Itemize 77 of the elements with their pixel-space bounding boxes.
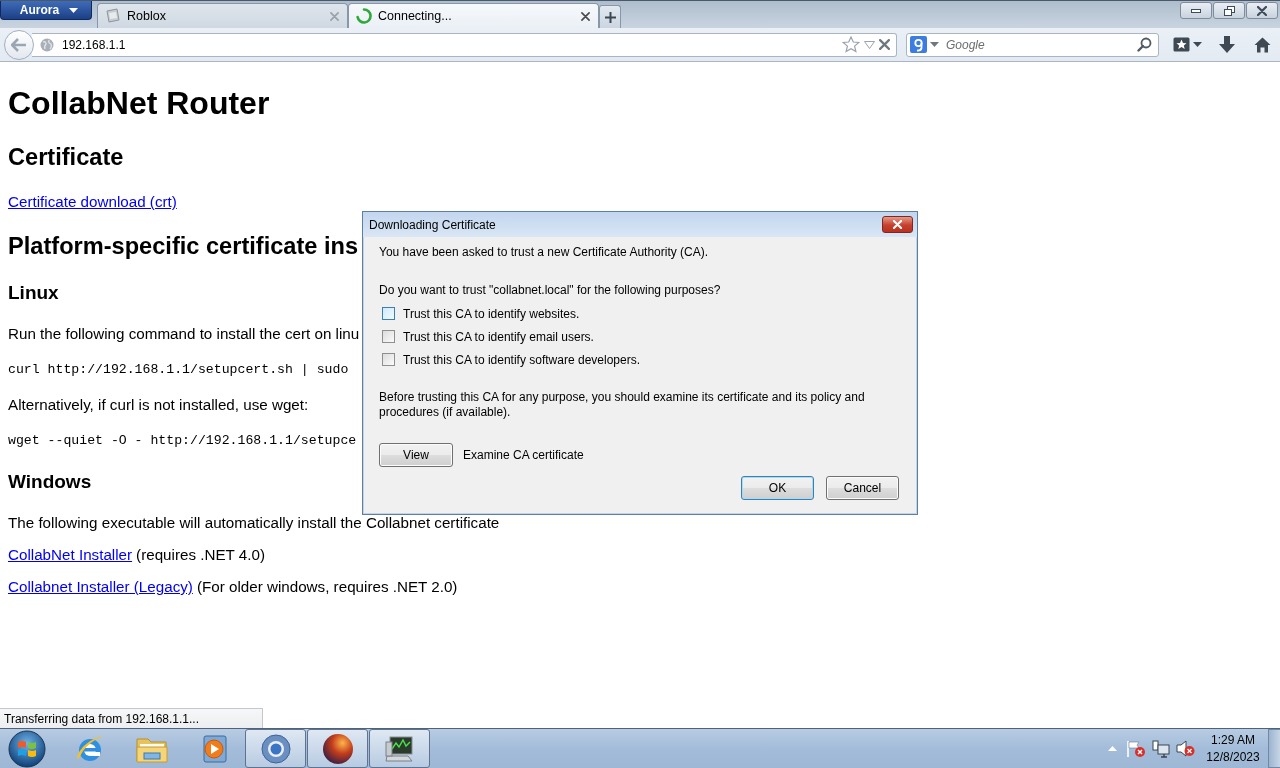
trust-checkbox[interactable] [382,307,395,320]
caret-icon [930,42,939,47]
caret-icon [1192,42,1202,47]
cancel-button[interactable]: Cancel [826,476,899,500]
close-icon [1257,5,1267,16]
minimize-icon [1191,8,1201,13]
clock-button[interactable]: 1:29 AM 12/8/2023 [1202,729,1264,768]
start-button[interactable] [7,728,47,768]
taskbar-app[interactable] [369,729,430,768]
search-bar[interactable]: Google [906,32,1159,57]
search-engine-icon [910,36,927,53]
app-menu-button[interactable]: Aurora [0,1,92,20]
tab-title: Roblox [127,9,167,23]
paragraph: The following executable will automatically install the Collabnet certificate [8,513,500,532]
link-note: (requires .NET 4.0) [136,545,265,564]
new-tab-button[interactable] [599,5,621,28]
back-arrow-icon [11,37,27,52]
installer-link[interactable]: CollabNet Installer [8,545,133,564]
search-icon [1137,37,1152,52]
checkbox-label: Trust this CA to identify email users. [403,329,594,344]
monitor-graph-icon [383,733,416,764]
search-field[interactable]: Google [942,37,1134,52]
stop-icon [879,39,890,50]
section-heading: Platform-specific certificate ins [8,232,359,260]
checkbox-label: Trust this CA to identify websites. [403,306,580,321]
ok-button[interactable]: OK [741,476,814,500]
restore-button[interactable] [1213,2,1245,19]
view-label: Examine CA certificate [463,448,584,462]
page-title: CollabNet Router [8,85,270,122]
installer-link[interactable]: Collabnet Installer (Legacy) [8,577,193,596]
dialog-note: Before trusting this CA for any purpose, you should examine its certificate and its policy and procedures (if available). [379,390,866,420]
globe-logo-icon [321,732,354,765]
subsection-heading: Windows [8,470,92,493]
dialog-message: You have been asked to trust a new Certificate Authority (CA). [379,245,709,260]
flag-error-icon [1125,739,1146,758]
command-text: wget --quiet -O - http://192.168.1.1/setupce [8,433,357,449]
view-button[interactable]: View [379,443,453,467]
link-note: (For older windows, requires .NET 2.0) [196,577,458,596]
bookmarks-icon [1172,37,1190,52]
dialog-title: Downloading Certificate [369,217,497,232]
browser-tab[interactable]: Connecting... [348,3,599,28]
status-text: Transferring data from 192.168.1.1... [0,708,263,728]
section-heading: Certificate [8,143,124,171]
minimize-button[interactable] [1180,2,1212,19]
command-text: curl http://192.168.1.1/setupcert.sh | sudo [8,362,349,378]
paragraph: Alternatively, if curl is not installed, use wget: [8,395,309,414]
address-field[interactable]: 192.168.1.1 [58,37,838,52]
taskbar-app[interactable] [307,729,368,768]
caret-up-icon [1107,746,1117,751]
taskbar-app[interactable] [245,729,306,768]
home-icon [1253,36,1271,53]
paragraph: Run the following command to install the cert on linu [8,324,360,343]
trust-checkbox[interactable] [382,353,395,366]
speaker-muted-icon [1176,740,1195,757]
caret-icon [69,7,79,13]
tab-title: Connecting... [378,9,453,23]
windows-orb-icon [8,729,46,768]
browser-tab[interactable]: Roblox [97,3,348,28]
plus-icon [604,11,616,23]
network-icon [1151,739,1170,758]
restore-icon [1223,5,1235,16]
close-icon [893,220,902,229]
trust-checkbox[interactable] [382,330,395,343]
star-icon [842,36,860,53]
dropdown-icon [864,40,875,49]
ring-logo-icon [260,733,291,764]
globe-icon [40,37,54,52]
address-bar[interactable]: 192.168.1.1 [32,32,897,57]
dialog-close-button[interactable] [882,216,913,233]
close-button[interactable] [1246,2,1278,19]
close-icon [330,11,339,21]
download-link[interactable]: Certificate download (crt) [8,192,177,211]
dialog-question: Do you want to trust "collabnet.local" for the following purposes? [379,283,721,298]
close-icon [581,11,590,21]
download-icon [1219,36,1235,53]
checkbox-label: Trust this CA to identify software developers. [403,352,640,367]
subsection-heading: Linux [8,281,59,304]
